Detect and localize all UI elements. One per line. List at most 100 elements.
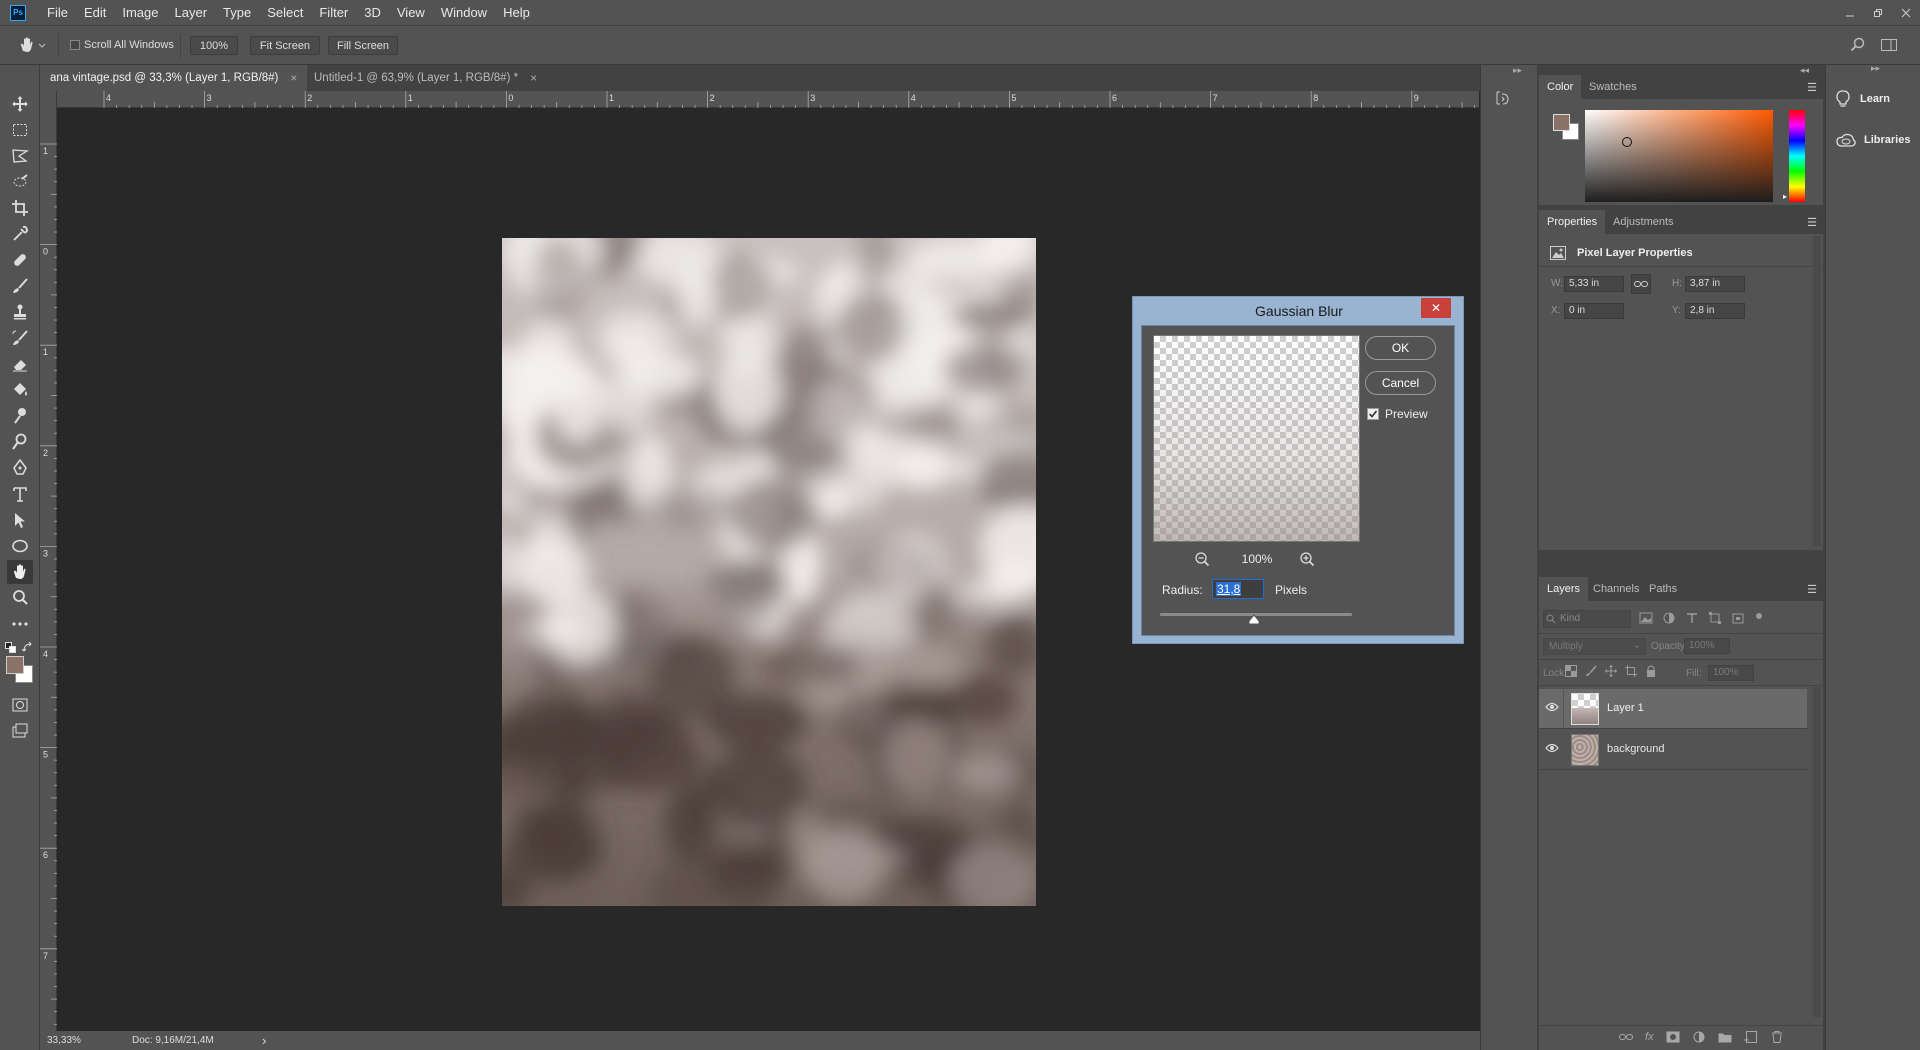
- hand-tool-preset-icon[interactable]: [18, 36, 48, 54]
- close-window-icon[interactable]: [1892, 0, 1920, 25]
- paint-bucket-tool-icon[interactable]: [7, 378, 33, 402]
- blur-preview[interactable]: [1153, 335, 1360, 542]
- opacity-field[interactable]: 100%: [1684, 638, 1730, 654]
- panel-menu-icon[interactable]: ☰: [1807, 81, 1817, 94]
- cancel-button[interactable]: Cancel: [1365, 371, 1436, 395]
- tab-ana-vintage[interactable]: ana vintage.psd @ 33,3% (Layer 1, RGB/8#…: [40, 65, 308, 91]
- radius-input[interactable]: 31,8: [1212, 579, 1264, 599]
- tab-color[interactable]: Color: [1539, 75, 1582, 99]
- hand-tool-icon[interactable]: [7, 560, 33, 584]
- lock-position-icon[interactable]: [1605, 665, 1617, 677]
- lock-artboard-icon[interactable]: [1625, 665, 1637, 677]
- ok-button[interactable]: OK: [1365, 336, 1436, 360]
- clone-stamp-tool-icon[interactable]: [7, 300, 33, 324]
- adjustment-layer-icon[interactable]: [1692, 1031, 1706, 1043]
- filter-shape-icon[interactable]: [1708, 612, 1722, 624]
- zoom-100-button[interactable]: 100%: [190, 36, 238, 55]
- menu-window[interactable]: Window: [433, 0, 495, 25]
- status-menu-arrow[interactable]: ›: [262, 1033, 266, 1048]
- horizontal-ruler[interactable]: 4 3 2 1 0 1 2 3 4 5 6 7 8 9: [57, 91, 1479, 108]
- healing-brush-tool-icon[interactable]: [7, 248, 33, 272]
- width-field[interactable]: 5,33 in: [1564, 276, 1624, 292]
- menu-layer[interactable]: Layer: [167, 0, 216, 25]
- lock-all-icon[interactable]: [1645, 665, 1657, 677]
- move-tool-icon[interactable]: [7, 92, 33, 116]
- visibility-eye-icon[interactable]: [1545, 702, 1559, 712]
- screen-mode-icon[interactable]: [7, 719, 33, 743]
- foreground-color-swatch[interactable]: [6, 656, 24, 674]
- hue-slider-marker[interactable]: ▸: [1783, 192, 1787, 201]
- type-tool-icon[interactable]: [7, 482, 33, 506]
- x-field[interactable]: 0 in: [1564, 303, 1624, 319]
- layer-name[interactable]: background: [1607, 743, 1665, 755]
- dodge-tool-icon[interactable]: [7, 430, 33, 454]
- menu-edit[interactable]: Edit: [76, 0, 114, 25]
- history-brush-tool-icon[interactable]: [7, 326, 33, 350]
- lock-pixels-icon[interactable]: [1585, 665, 1597, 677]
- minimize-icon[interactable]: [1836, 0, 1864, 25]
- properties-scrollbar[interactable]: [1813, 236, 1821, 546]
- tab-untitled-1[interactable]: Untitled-1 @ 63,9% (Layer 1, RGB/8#) * ×: [304, 65, 547, 91]
- filter-pixel-icon[interactable]: [1639, 612, 1653, 624]
- menu-3d[interactable]: 3D: [356, 0, 389, 25]
- zoom-in-icon[interactable]: [1299, 551, 1315, 567]
- search-icon[interactable]: [1850, 37, 1866, 53]
- collapse-arrows-icon[interactable]: ▸▸: [1871, 63, 1880, 74]
- workspace-icon[interactable]: [1880, 37, 1898, 53]
- visibility-eye-icon[interactable]: [1545, 743, 1559, 753]
- learn-button[interactable]: Learn: [1826, 81, 1920, 117]
- color-foreground-swatch[interactable]: [1553, 114, 1570, 131]
- marquee-tool-icon[interactable]: [7, 118, 33, 142]
- tab-channels[interactable]: Channels: [1585, 577, 1647, 601]
- libraries-button[interactable]: Libraries: [1826, 122, 1920, 158]
- menu-type[interactable]: Type: [215, 0, 259, 25]
- pen-tool-icon[interactable]: [7, 456, 33, 480]
- tab-adjustments[interactable]: Adjustments: [1605, 210, 1682, 234]
- path-selection-tool-icon[interactable]: [7, 508, 33, 532]
- hue-slider[interactable]: [1789, 110, 1805, 202]
- add-mask-icon[interactable]: [1666, 1031, 1680, 1043]
- color-picker-circle[interactable]: [1622, 137, 1632, 147]
- swap-colors-icon[interactable]: [22, 642, 34, 654]
- layers-scrollbar[interactable]: [1813, 687, 1821, 1017]
- filter-kind-select[interactable]: Kind: [1543, 610, 1631, 628]
- filter-type-icon[interactable]: [1685, 612, 1699, 624]
- layer-row-background[interactable]: background: [1539, 730, 1807, 770]
- eraser-tool-icon[interactable]: [7, 352, 33, 376]
- color-field[interactable]: [1585, 110, 1773, 202]
- layer-style-icon[interactable]: fx: [1645, 1031, 1654, 1043]
- ellipse-tool-icon[interactable]: [7, 534, 33, 558]
- dialog-close-button[interactable]: ✕: [1421, 298, 1451, 318]
- collapse-arrows-icon[interactable]: ▸▸: [1513, 65, 1522, 76]
- zoom-tool-icon[interactable]: [7, 586, 33, 610]
- filter-smart-object-icon[interactable]: [1731, 612, 1745, 624]
- menu-image[interactable]: Image: [114, 0, 166, 25]
- vertical-ruler[interactable]: 1 0 1 2 3 4 5 6 7: [40, 91, 57, 1031]
- link-layers-icon[interactable]: [1619, 1031, 1633, 1043]
- panel-menu-icon[interactable]: ☰: [1807, 583, 1817, 596]
- blend-mode-select[interactable]: Multiply ⌄: [1543, 638, 1646, 655]
- delete-layer-icon[interactable]: [1770, 1031, 1784, 1043]
- lasso-tool-icon[interactable]: [7, 144, 33, 168]
- menu-file[interactable]: File: [39, 0, 76, 25]
- tab-paths[interactable]: Paths: [1641, 577, 1685, 601]
- layer-row-layer-1[interactable]: Layer 1: [1539, 689, 1807, 729]
- menu-help[interactable]: Help: [495, 0, 538, 25]
- filter-toggle-icon[interactable]: [1754, 612, 1764, 624]
- restore-icon[interactable]: [1864, 0, 1892, 25]
- document-image[interactable]: [502, 238, 1036, 906]
- tab-layers[interactable]: Layers: [1539, 577, 1589, 601]
- menu-select[interactable]: Select: [259, 0, 311, 25]
- eyedropper-tool-icon[interactable]: [7, 222, 33, 246]
- filter-adjustment-icon[interactable]: [1662, 612, 1676, 624]
- link-dimensions-icon[interactable]: [1631, 274, 1651, 294]
- quick-mask-icon[interactable]: [7, 693, 33, 717]
- scroll-all-windows-checkbox[interactable]: [70, 40, 80, 50]
- radius-slider-thumb[interactable]: [1248, 615, 1260, 625]
- zoom-out-icon[interactable]: [1194, 551, 1210, 567]
- brush-tool-icon[interactable]: [7, 274, 33, 298]
- default-colors-icon[interactable]: [5, 642, 17, 654]
- fit-screen-button[interactable]: Fit Screen: [250, 36, 320, 55]
- history-panel-icon[interactable]: [1489, 87, 1515, 109]
- tab-properties[interactable]: Properties: [1539, 210, 1606, 234]
